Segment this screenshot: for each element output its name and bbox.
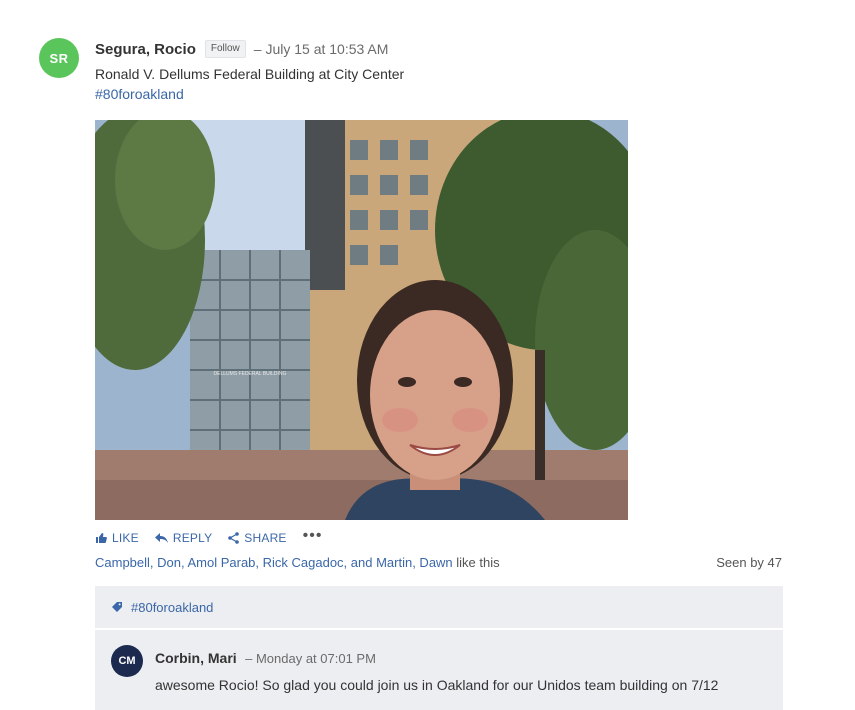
comment-header: Corbin, Mari – Monday at 07:01 PM xyxy=(155,650,376,668)
tag-icon xyxy=(112,602,122,612)
author-avatar[interactable]: SR xyxy=(39,38,79,78)
comment-text: awesome Rocio! So glad you could join us… xyxy=(155,677,719,693)
thumbs-up-icon xyxy=(96,533,107,543)
more-options-button[interactable]: ••• xyxy=(303,527,323,545)
commenter-name[interactable]: Corbin, Mari xyxy=(155,650,237,666)
commenter-avatar[interactable]: CM xyxy=(111,645,143,677)
post-hashtag-link[interactable]: #80foroakland xyxy=(95,86,184,102)
selfie-photo-illustration: DELLUMS FEDERAL BUILDING xyxy=(95,120,628,520)
post-timestamp[interactable]: – July 15 at 10:53 AM xyxy=(254,41,389,57)
author-name[interactable]: Segura, Rocio xyxy=(95,41,196,58)
comment-timestamp[interactable]: – Monday at 07:01 PM xyxy=(245,651,376,666)
share-button[interactable]: SHARE xyxy=(228,531,286,545)
likes-summary: Campbell, Don, Amol Parab, Rick Cagadoc,… xyxy=(95,555,500,570)
comment-thread: CM Corbin, Mari – Monday at 07:01 PM awe… xyxy=(95,630,783,710)
reply-arrow-icon xyxy=(154,533,168,543)
like-label: LIKE xyxy=(112,531,139,545)
reply-button[interactable]: REPLY xyxy=(154,531,213,545)
post-photo[interactable]: DELLUMS FEDERAL BUILDING xyxy=(95,120,628,520)
like-button[interactable]: LIKE xyxy=(95,531,139,545)
likes-suffix: like this xyxy=(452,555,500,570)
share-label: SHARE xyxy=(244,531,287,545)
building-sign-text: DELLUMS FEDERAL BUILDING xyxy=(214,371,287,377)
share-icon xyxy=(228,532,240,544)
seen-count[interactable]: Seen by 47 xyxy=(716,555,782,570)
post-actions: LIKE REPLY SHARE ••• xyxy=(95,527,322,545)
follow-button[interactable]: Follow xyxy=(204,40,246,58)
likers-names[interactable]: Campbell, Don, Amol Parab, Rick Cagadoc,… xyxy=(95,555,453,570)
topic-bar: #80foroakland xyxy=(95,586,783,628)
post-body: Ronald V. Dellums Federal Building at Ci… xyxy=(95,66,405,82)
topic-hashtag-link[interactable]: #80foroakland xyxy=(131,600,213,615)
post-header: Segura, Rocio Follow – July 15 at 10:53 … xyxy=(95,40,388,58)
reply-label: REPLY xyxy=(172,531,213,545)
